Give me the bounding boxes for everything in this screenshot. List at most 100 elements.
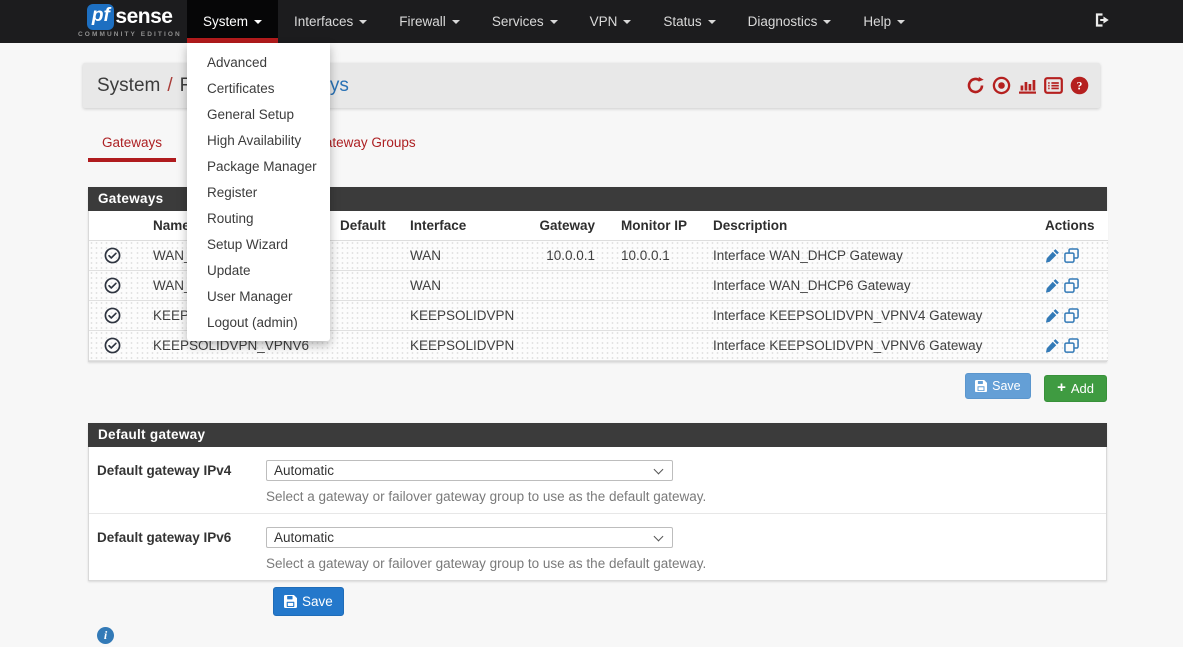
menu-item-register[interactable]: Register xyxy=(187,179,330,205)
caret-down-icon xyxy=(823,20,831,24)
gateway-default xyxy=(325,330,395,360)
pf-logo-icon: pf xyxy=(87,4,114,30)
gateway-interface: WAN xyxy=(395,240,530,270)
menu-item-package-manager[interactable]: Package Manager xyxy=(187,153,330,179)
edit-pencil-icon[interactable] xyxy=(1045,338,1060,353)
menu-system[interactable]: System xyxy=(187,0,278,43)
menu-firewall[interactable]: Firewall xyxy=(383,0,476,43)
default-gateway-ipv6-help: Select a gateway or failover gateway gro… xyxy=(266,556,1106,571)
menu-vpn[interactable]: VPN xyxy=(574,0,648,43)
copy-icon[interactable] xyxy=(1064,308,1079,323)
caret-down-icon xyxy=(623,20,631,24)
copy-icon[interactable] xyxy=(1064,248,1079,263)
table-button-bar: Save + Add xyxy=(88,373,1107,402)
default-gateway-ipv4-select[interactable]: Automatic xyxy=(266,460,673,481)
gateway-description: Interface KEEPSOLIDVPN_VPNV4 Gateway xyxy=(705,300,1045,330)
monitor-chart-icon[interactable] xyxy=(1018,76,1037,95)
caret-down-icon xyxy=(897,20,905,24)
gateway-online-check-icon xyxy=(104,307,121,324)
edit-pencil-icon[interactable] xyxy=(1045,248,1060,263)
gateway-address: 10.0.0.1 xyxy=(530,240,610,270)
menu-item-certificates[interactable]: Certificates xyxy=(187,75,330,101)
gateway-default xyxy=(325,240,395,270)
column-header-description: Description xyxy=(705,211,1045,240)
caret-down-icon xyxy=(550,20,558,24)
gateway-interface: KEEPSOLIDVPN xyxy=(395,330,530,360)
default-gateway-ipv6-row: Default gateway IPv6 Automatic Select a … xyxy=(89,514,1106,580)
log-list-icon[interactable] xyxy=(1044,76,1063,95)
gateway-default xyxy=(325,270,395,300)
status-record-icon[interactable] xyxy=(992,76,1011,95)
brand-name: sense xyxy=(115,5,172,29)
column-header-gateway: Gateway xyxy=(530,211,610,240)
copy-icon[interactable] xyxy=(1064,338,1079,353)
save-button[interactable]: Save xyxy=(965,373,1031,399)
menu-item-high-availability[interactable]: High Availability xyxy=(187,127,330,153)
gateway-address xyxy=(530,330,610,360)
gateway-address xyxy=(530,300,610,330)
copy-icon[interactable] xyxy=(1064,278,1079,293)
gateway-online-check-icon xyxy=(104,277,121,294)
brand-edition: COMMUNITY EDITION xyxy=(78,31,182,38)
menu-item-setup-wizard[interactable]: Setup Wizard xyxy=(187,231,330,257)
menu-item-user-manager[interactable]: User Manager xyxy=(187,283,330,309)
caret-down-icon xyxy=(254,20,262,24)
tab-gateways[interactable]: Gateways xyxy=(88,124,176,162)
gateway-monitor-ip xyxy=(610,330,705,360)
menu-item-advanced[interactable]: Advanced xyxy=(187,49,330,75)
top-navbar: pf sense COMMUNITY EDITION System Interf… xyxy=(0,0,1183,43)
gateway-description: Interface WAN_DHCP Gateway xyxy=(705,240,1045,270)
edit-pencil-icon[interactable] xyxy=(1045,308,1060,323)
caret-down-icon xyxy=(452,20,460,24)
menu-help[interactable]: Help xyxy=(847,0,921,43)
caret-down-icon xyxy=(708,20,716,24)
status-column-header xyxy=(89,211,135,240)
menu-item-update[interactable]: Update xyxy=(187,257,330,283)
caret-down-icon xyxy=(359,20,367,24)
column-header-actions: Actions xyxy=(1045,211,1108,240)
edit-pencil-icon[interactable] xyxy=(1045,278,1060,293)
menu-item-general-setup[interactable]: General Setup xyxy=(187,101,330,127)
gateway-interface: WAN xyxy=(395,270,530,300)
default-gateway-ipv4-help: Select a gateway or failover gateway gro… xyxy=(266,489,1106,504)
default-gateway-ipv6-label: Default gateway IPv6 xyxy=(89,527,266,571)
menu-item-routing[interactable]: Routing xyxy=(187,205,330,231)
info-icon[interactable]: i xyxy=(97,627,114,644)
system-dropdown-menu: Advanced Certificates General Setup High… xyxy=(187,43,330,341)
floppy-save-icon xyxy=(284,595,297,608)
gateway-online-check-icon xyxy=(104,247,121,264)
gateway-default xyxy=(325,300,395,330)
save-default-gateway-button[interactable]: Save xyxy=(273,587,344,616)
column-header-default: Default xyxy=(325,211,395,240)
plus-icon: + xyxy=(1057,383,1066,393)
chevron-down-icon xyxy=(654,464,664,474)
column-header-interface: Interface xyxy=(395,211,530,240)
refresh-icon[interactable] xyxy=(966,76,985,95)
gateway-interface: KEEPSOLIDVPN xyxy=(395,300,530,330)
gateway-address xyxy=(530,270,610,300)
menu-item-logout-admin[interactable]: Logout (admin) xyxy=(187,309,330,335)
menu-diagnostics[interactable]: Diagnostics xyxy=(732,0,848,43)
chevron-down-icon xyxy=(654,531,664,541)
svg-text:?: ? xyxy=(1077,81,1083,93)
menu-services[interactable]: Services xyxy=(476,0,574,43)
pfsense-page: pf sense COMMUNITY EDITION System Interf… xyxy=(0,0,1183,647)
menu-status[interactable]: Status xyxy=(647,0,731,43)
default-gateway-panel-title: Default gateway xyxy=(88,423,1107,447)
logout-icon[interactable] xyxy=(1094,12,1111,33)
breadcrumb-system: System xyxy=(97,75,160,96)
gateway-description: Interface WAN_DHCP6 Gateway xyxy=(705,270,1045,300)
header-action-icons: ? xyxy=(966,63,1089,108)
menu-interfaces[interactable]: Interfaces xyxy=(278,0,383,43)
main-menu: System Interfaces Firewall Services VPN … xyxy=(187,0,921,43)
default-gateway-ipv6-select[interactable]: Automatic xyxy=(266,527,673,548)
gateway-monitor-ip: 10.0.0.1 xyxy=(610,240,705,270)
default-gateway-ipv4-label: Default gateway IPv4 xyxy=(89,460,266,504)
help-icon[interactable]: ? xyxy=(1070,76,1089,95)
default-gateway-panel: Default gateway Default gateway IPv4 Aut… xyxy=(88,423,1107,581)
gateway-monitor-ip xyxy=(610,270,705,300)
pfsense-logo[interactable]: pf sense COMMUNITY EDITION xyxy=(78,4,182,38)
add-button[interactable]: + Add xyxy=(1044,375,1107,402)
gateway-description: Interface KEEPSOLIDVPN_VPNV6 Gateway xyxy=(705,330,1045,360)
default-gateway-ipv4-row: Default gateway IPv4 Automatic Select a … xyxy=(89,447,1106,514)
